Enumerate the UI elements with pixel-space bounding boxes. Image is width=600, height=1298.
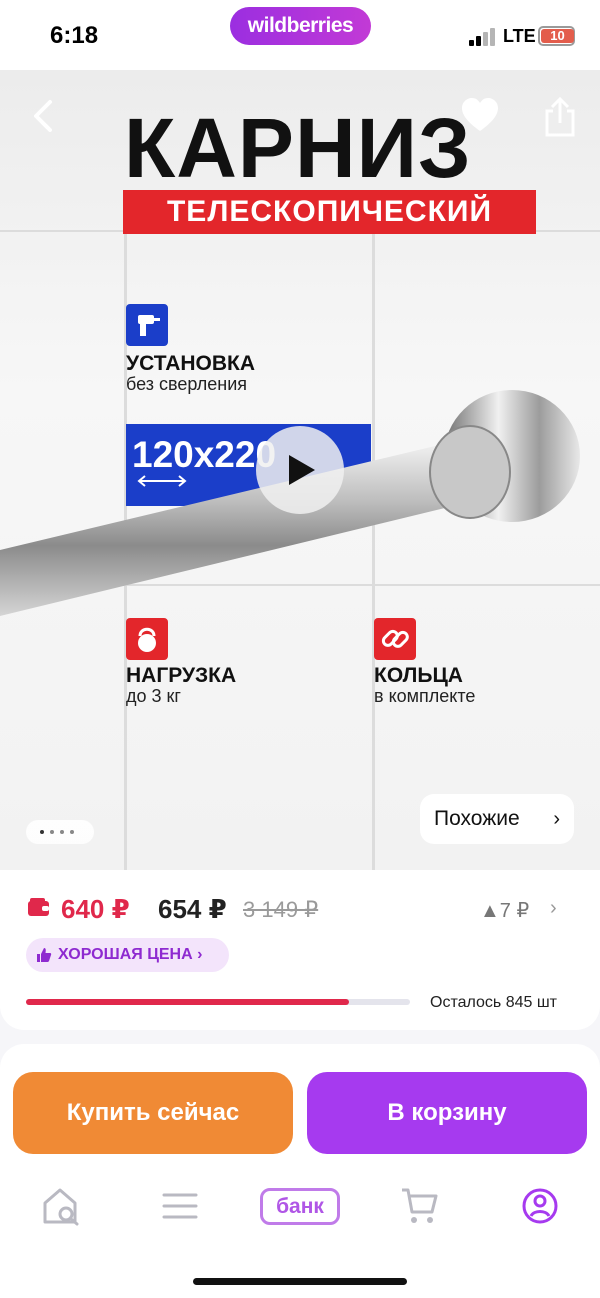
old-price: 3 149 ₽ (243, 897, 319, 922)
wallet-price: 640 ₽ (61, 894, 130, 924)
feature-rings-sub: в комплекте (374, 686, 476, 706)
stock-progress (26, 999, 410, 1005)
similar-label: Похожие (434, 807, 520, 830)
price-change[interactable]: ▲7 ₽ (480, 898, 529, 923)
feature-rings-title: КОЛЬЦА (374, 664, 463, 687)
product-banner-title: КАРНИЗ (124, 101, 472, 195)
product-screen: 6:18 wildberries LTE 10 КАРНИЗ ТЕЛЕСКОПИ… (0, 0, 600, 1298)
thumbs-up-icon (36, 947, 52, 963)
chevron-right-icon[interactable]: › (550, 897, 557, 920)
similar-products-button[interactable]: Похожие › (420, 794, 574, 844)
current-price: 654 ₽ (158, 894, 227, 924)
wallet-icon (27, 897, 51, 917)
status-time: 6:18 (50, 22, 99, 49)
feature-load-title: НАГРУЗКА (126, 664, 237, 687)
stock-remaining: Осталось 845 шт (430, 994, 557, 1011)
play-icon (289, 455, 315, 485)
share-icon[interactable] (542, 96, 578, 138)
feature-load-sub: до 3 кг (126, 686, 181, 706)
drill-icon (126, 304, 168, 346)
product-banner-subtitle: ТЕЛЕСКОПИЧЕСКИЙ (123, 190, 536, 234)
battery-icon: 10 (538, 26, 575, 46)
nav-bank[interactable]: банк (260, 1188, 340, 1225)
carousel-indicator[interactable] (26, 820, 94, 844)
battery-level: 10 (541, 29, 574, 43)
back-icon[interactable] (26, 96, 62, 136)
nav-cart-icon[interactable] (398, 1186, 442, 1226)
home-indicator[interactable] (193, 1278, 407, 1285)
good-price-badge[interactable]: ХОРОШАЯ ЦЕНА › (26, 938, 229, 972)
brand-logo[interactable]: wildberries (230, 7, 371, 45)
link-icon (374, 618, 416, 660)
signal-icon (469, 28, 499, 46)
network-label: LTE (503, 26, 536, 46)
nav-profile-icon[interactable] (518, 1186, 562, 1226)
status-bar: 6:18 wildberries LTE 10 (0, 0, 600, 70)
add-to-cart-button[interactable]: В корзину (307, 1072, 587, 1154)
chevron-right-icon: › (553, 808, 560, 830)
play-video-button[interactable] (256, 426, 344, 514)
kettlebell-icon (126, 618, 168, 660)
nav-catalog-menu-icon[interactable] (158, 1186, 202, 1226)
buy-now-button[interactable]: Купить сейчас (13, 1072, 293, 1154)
nav-home-search-icon[interactable] (41, 1186, 85, 1226)
feature-install-title: УСТАНОВКА (126, 352, 256, 375)
stock-progress-fill (26, 999, 349, 1005)
